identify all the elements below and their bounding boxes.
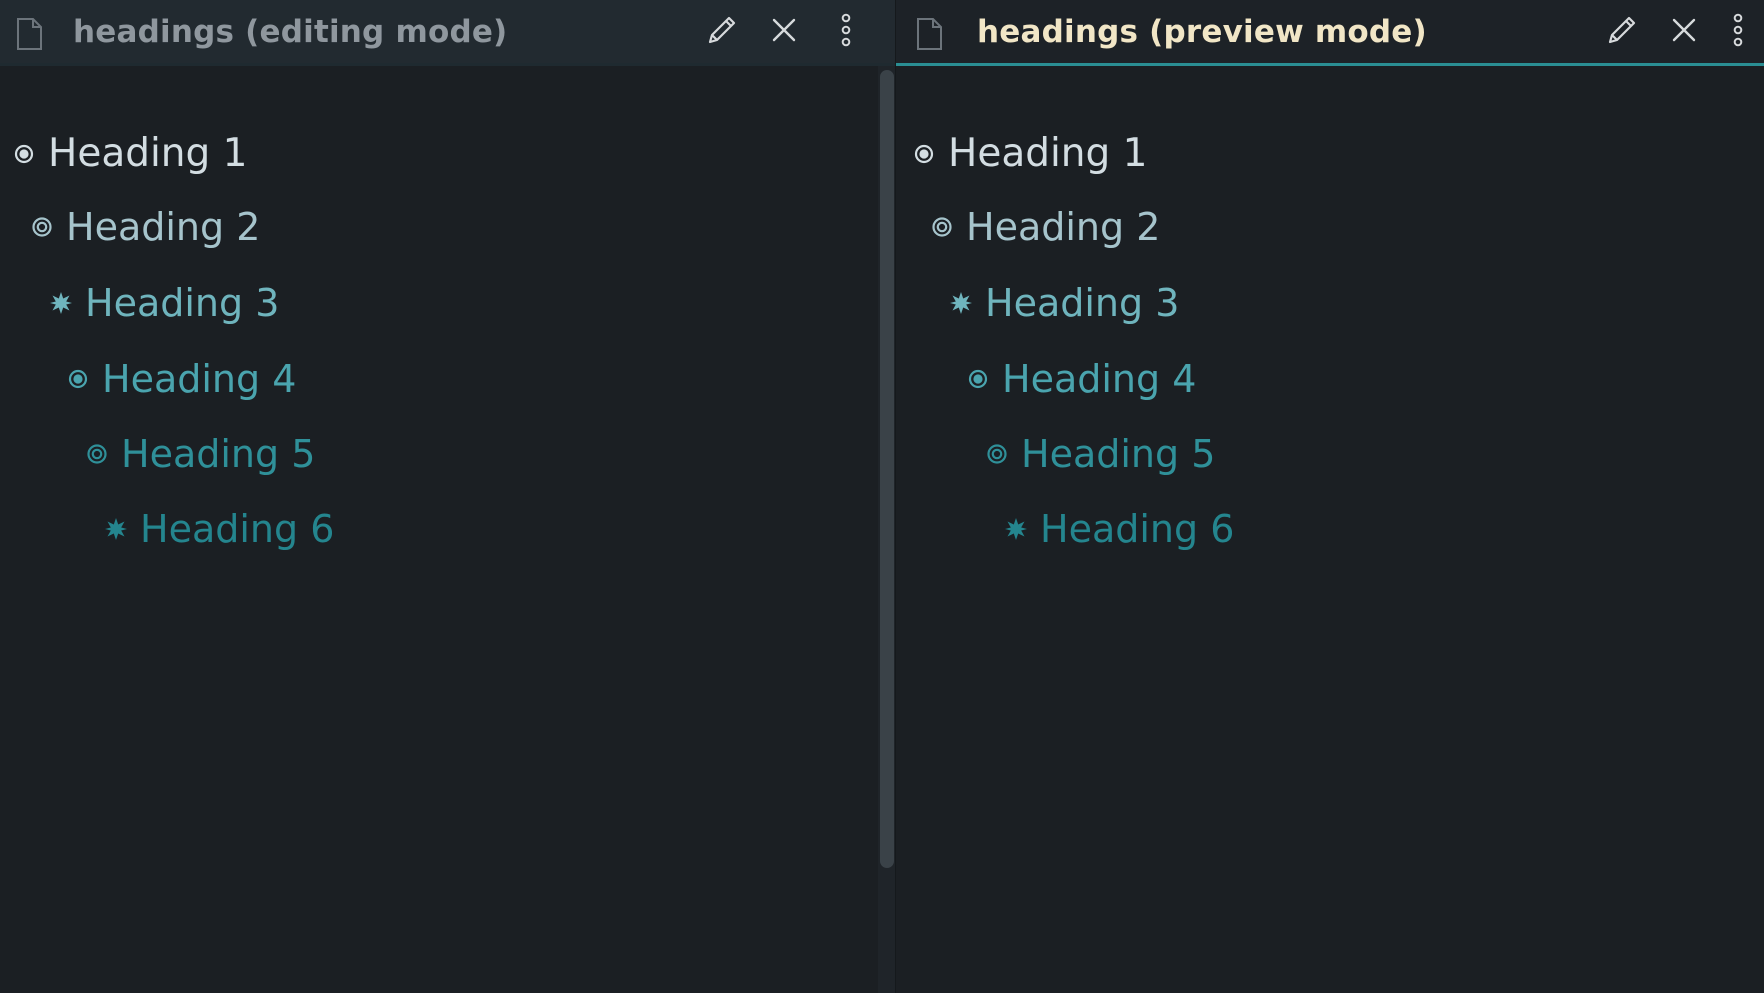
heading-5-text: Heading 5 [1021,432,1216,476]
scrollbar-thumb[interactable] [880,70,894,868]
more-vertical-icon [840,13,852,51]
pane-header: headings (editing mode) [0,0,896,66]
file-icon [16,18,42,50]
ring-bullet-icon [30,215,54,239]
editor-content[interactable]: Heading 1 Heading 2 Heading 3 Heading 4 [0,66,896,993]
heading-1-row[interactable]: Heading 1 [12,134,248,173]
heading-3-text: Heading 3 [85,281,280,325]
heading-2-text: Heading 2 [66,205,261,249]
filled-circle-bullet-icon [66,367,90,391]
more-options-button[interactable] [1726,13,1750,51]
heading-6-text: Heading 6 [1040,507,1235,551]
pencil-icon [1606,14,1638,50]
more-options-button[interactable] [828,13,864,51]
star-bullet-icon [49,291,73,315]
heading-1-text: Heading 1 [48,131,248,176]
heading-4-text: Heading 4 [1002,357,1197,401]
edit-button[interactable] [1604,14,1640,50]
star-bullet-icon [949,291,973,315]
editor-pane-preview: headings (preview mode) Heading 1 Headin… [896,0,1764,993]
star-bullet-icon [104,517,128,541]
filled-circle-bullet-icon [912,142,936,166]
heading-6-text: Heading 6 [140,507,335,551]
pencil-icon [706,14,738,50]
heading-4-text: Heading 4 [102,357,297,401]
heading-6-row: Heading 6 [1004,510,1234,548]
heading-5-row[interactable]: Heading 5 [85,435,315,473]
close-button[interactable] [1666,14,1702,50]
heading-2-text: Heading 2 [966,205,1161,249]
heading-2-row[interactable]: Heading 2 [30,208,260,246]
heading-1-row: Heading 1 [912,134,1148,173]
star-bullet-icon [1004,517,1028,541]
pane-title: headings (editing mode) [73,14,508,50]
ring-bullet-icon [85,442,109,466]
heading-2-row: Heading 2 [930,208,1160,246]
ring-bullet-icon [930,215,954,239]
pane-header: headings (preview mode) [896,0,1764,66]
file-icon [916,18,942,50]
preview-content: Heading 1 Heading 2 Heading 3 Heading 4 [896,66,1764,993]
heading-3-row: Heading 3 [949,284,1179,322]
heading-5-text: Heading 5 [121,432,316,476]
heading-4-row: Heading 4 [966,360,1196,398]
more-vertical-icon [1732,13,1744,51]
heading-3-row[interactable]: Heading 3 [49,284,279,322]
close-icon [1670,16,1698,48]
heading-3-text: Heading 3 [985,281,1180,325]
ring-bullet-icon [985,442,1009,466]
heading-6-row[interactable]: Heading 6 [104,510,334,548]
heading-5-row: Heading 5 [985,435,1215,473]
filled-circle-bullet-icon [966,367,990,391]
heading-1-text: Heading 1 [948,131,1148,176]
pane-title: headings (preview mode) [977,14,1427,50]
edit-button[interactable] [704,14,740,50]
app-window: headings (editing mode) Heading 1 Headin… [0,0,1764,993]
close-icon [770,16,798,48]
heading-4-row[interactable]: Heading 4 [66,360,296,398]
close-button[interactable] [766,14,802,50]
filled-circle-bullet-icon [12,142,36,166]
editor-pane-editing: headings (editing mode) Heading 1 Headin… [0,0,896,993]
